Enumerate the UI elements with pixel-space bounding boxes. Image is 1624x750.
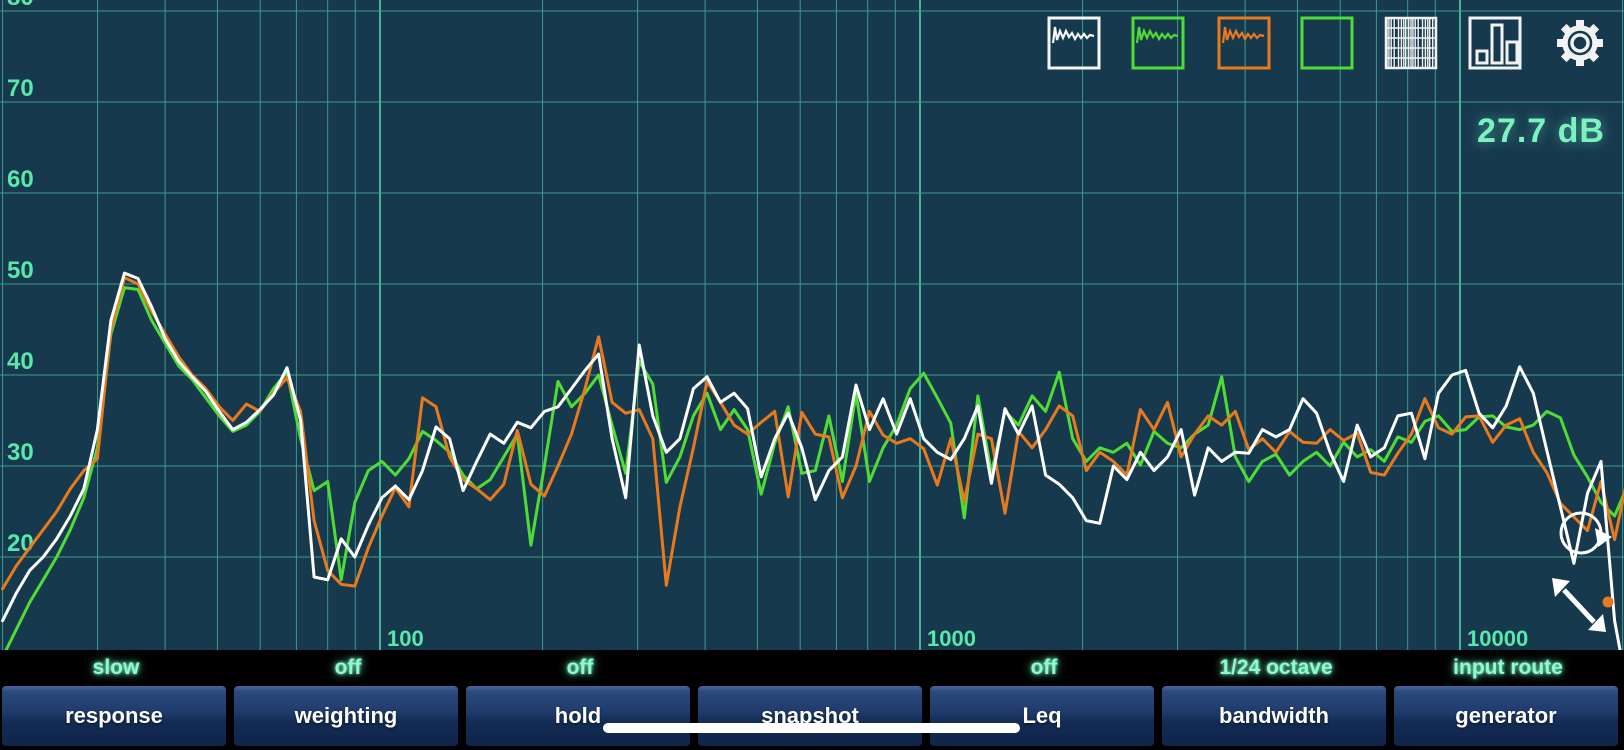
bar-chart-icon[interactable]	[1468, 16, 1522, 70]
leq-button[interactable]: Leq	[930, 686, 1154, 746]
trace-green-frame	[1133, 18, 1183, 68]
status-bandwidth: 1/24 octave	[1160, 650, 1392, 686]
spl-readout: 27.7 dB	[1477, 112, 1605, 151]
y-tick-60: 60	[7, 166, 34, 193]
status-leq: off	[928, 650, 1160, 686]
snapshot-button[interactable]: snapshot	[698, 686, 922, 746]
trace-orange-icon[interactable]	[1217, 16, 1271, 70]
status-weighting-value: off	[335, 656, 362, 680]
cursor-circle-icon[interactable]	[1552, 505, 1622, 565]
y-tick-20: 20	[7, 530, 34, 557]
weighting-button[interactable]: weighting	[234, 686, 458, 746]
x-tick-1000: 1000	[927, 626, 976, 650]
status-snapshot	[696, 650, 928, 686]
trace-orange-mini-curve	[1223, 27, 1264, 43]
spectrum-plot-svg: 80 70 60 50 40 30 20 100 1000 10000	[0, 0, 1624, 650]
status-hold-value: off	[567, 656, 594, 680]
trace-green-mini-curve	[1137, 27, 1178, 43]
trace-empty-frame	[1302, 18, 1352, 68]
status-leq-value: off	[1031, 656, 1058, 680]
cursor-dot	[1603, 597, 1614, 608]
hold-button[interactable]: hold	[466, 686, 690, 746]
y-tick-50: 50	[7, 257, 34, 284]
generator-button[interactable]: generator	[1394, 686, 1618, 746]
response-button[interactable]: response	[2, 686, 226, 746]
gear-hole	[1572, 35, 1588, 51]
x-tick-10000: 10000	[1467, 626, 1528, 650]
y-tick-30: 30	[7, 439, 34, 466]
expand-arrows-icon[interactable]	[1540, 570, 1624, 640]
spectrum-trace-green	[3, 288, 1624, 650]
cursor-circle	[1561, 513, 1601, 553]
status-response: slow	[0, 650, 232, 686]
y-tick-40: 40	[7, 348, 34, 375]
status-generator: input route	[1392, 650, 1624, 686]
status-row: slow off off off 1/24 octave input route	[0, 650, 1624, 686]
menu-button-row: response weighting hold snapshot Leq ban…	[0, 686, 1624, 750]
x-tick-100: 100	[387, 626, 424, 650]
trace-white-frame	[1049, 18, 1099, 68]
gear-tooth	[1590, 27, 1596, 33]
trace-white-mini-curve	[1053, 27, 1094, 43]
expand-shaft	[1564, 590, 1594, 622]
status-response-value: slow	[93, 656, 140, 680]
spectrum-trace-orange	[3, 278, 1624, 589]
y-tick-70: 70	[7, 75, 34, 102]
gear-tooth	[1564, 53, 1570, 59]
trace-empty-icon[interactable]	[1300, 16, 1354, 70]
status-generator-value: input route	[1453, 656, 1563, 680]
bar-tall	[1492, 25, 1502, 63]
gear-tooth	[1564, 27, 1570, 33]
bandwidth-button[interactable]: bandwidth	[1162, 686, 1386, 746]
gear-tooth	[1590, 53, 1596, 59]
settings-gear-icon[interactable]	[1553, 16, 1607, 70]
status-hold: off	[464, 650, 696, 686]
trace-white-icon[interactable]	[1047, 16, 1101, 70]
trace-orange-frame	[1219, 18, 1269, 68]
spectrum-trace-white	[3, 273, 1624, 650]
spectrum-plot[interactable]: 80 70 60 50 40 30 20 100 1000 10000	[0, 0, 1624, 650]
cursor-arrowhead	[1595, 528, 1612, 547]
y-tick-80: 80	[7, 0, 34, 11]
analyzer-screen: 80 70 60 50 40 30 20 100 1000 10000	[0, 0, 1624, 750]
bar-medium	[1507, 42, 1517, 63]
bar-small	[1477, 51, 1487, 63]
status-weighting: off	[232, 650, 464, 686]
home-indicator[interactable]	[603, 723, 1020, 733]
grid-icon[interactable]	[1384, 16, 1438, 70]
trace-green-icon[interactable]	[1131, 16, 1185, 70]
status-bandwidth-value: 1/24 octave	[1219, 656, 1332, 680]
